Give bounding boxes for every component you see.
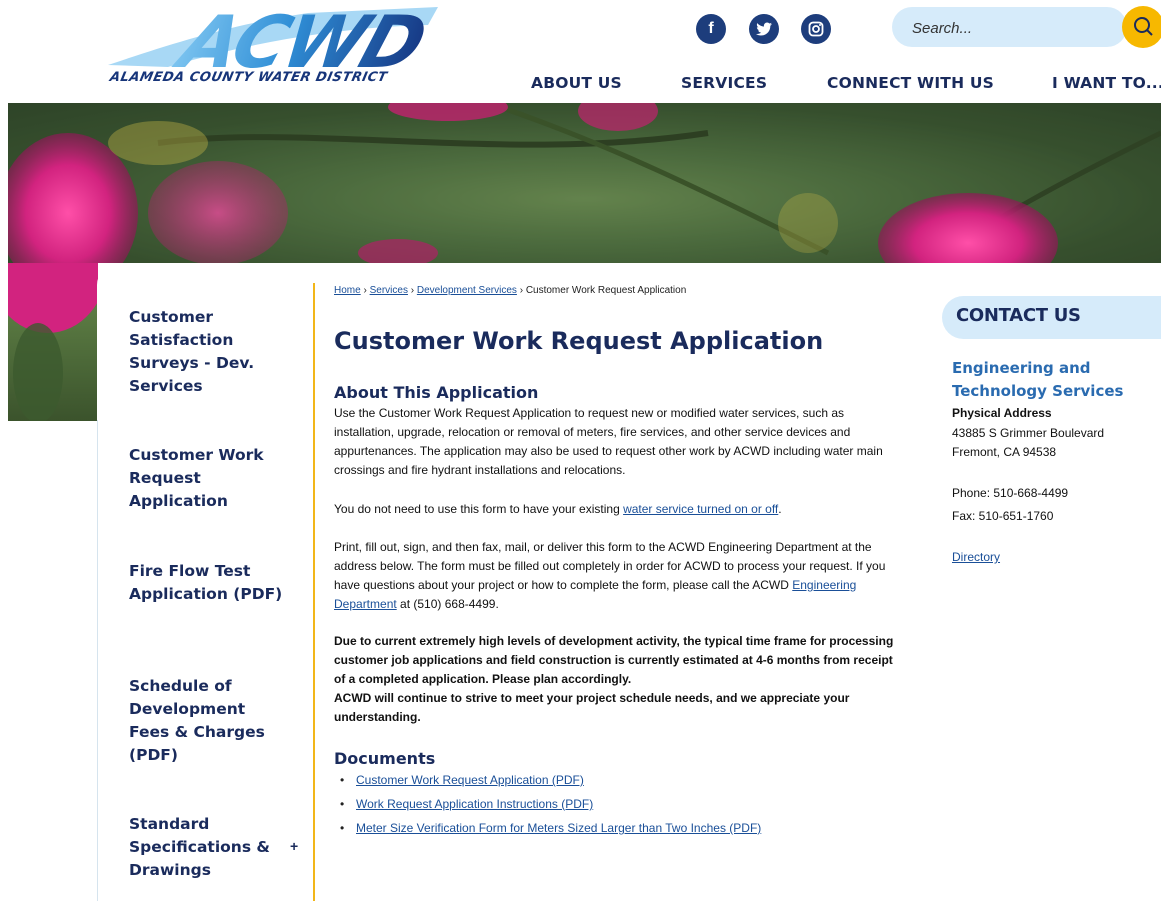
list-item: • Customer Work Request Application (PDF) [340,773,584,787]
notice-text-1: Due to current extremely high levels of … [334,634,894,686]
instagram-icon[interactable] [801,14,831,44]
directory-link[interactable]: Directory [952,550,1000,564]
sidebar-divider [313,283,315,901]
about-heading: About This Application [334,383,539,402]
notice-paragraph: Due to current extremely high levels of … [334,632,899,727]
sidebar-item-customer-work-request[interactable]: Customer Work Request Application [129,444,289,513]
about-paragraph: Use the Customer Work Request Applicatio… [334,406,883,477]
list-item: • Meter Size Verification Form for Meters… [340,821,762,835]
document-link-work-request-pdf[interactable]: Customer Work Request Application (PDF) [356,773,584,787]
instructions-paragraph: Print, fill out, sign, and then fax, mai… [334,538,899,614]
documents-heading: Documents [334,749,436,768]
contact-us-header: CONTACT US [942,296,1161,339]
document-link-meter-size-pdf[interactable]: Meter Size Verification Form for Meters … [356,821,761,835]
search-icon [1134,17,1153,36]
twitter-icon[interactable] [749,14,779,44]
search-input[interactable] [910,7,1114,49]
breadcrumb-separator: › [410,285,415,296]
sidebar-item-schedule-of-fees[interactable]: Schedule of Development Fees & Charges (… [129,675,289,767]
breadcrumb-services[interactable]: Services [370,285,408,296]
card-left-border [97,420,98,901]
sidebar-item-customer-satisfaction-surveys[interactable]: Customer Satisfaction Surveys - Dev. Ser… [129,306,289,398]
physical-address-label: Physical Address [952,406,1052,420]
contact-us-title: CONTACT US [956,305,1081,326]
breadcrumb-development-services[interactable]: Development Services [417,285,517,296]
logo-subtitle: ALAMEDA COUNTY WATER DISTRICT [108,70,389,85]
service-text-end: . [778,502,782,516]
flower-photo [8,103,1161,263]
site-header: ACWD ALAMEDA COUNTY WATER DISTRICT f ABO… [0,0,1161,103]
list-item: • Work Request Application Instructions (… [340,797,594,811]
camera-glyph [808,21,824,37]
notice-text-2: ACWD will continue to strive to meet you… [334,691,850,724]
flower-photo-strip [0,193,108,423]
breadcrumb: Home › Services › Development Services ›… [334,285,686,296]
service-text: You do not need to use this form to have… [334,502,624,516]
breadcrumb-separator: › [363,285,367,296]
service-paragraph: You do not need to use this form to have… [334,500,899,519]
city-address: Fremont, CA 94538 [952,445,1057,459]
water-service-link[interactable]: water service turned on or off [623,502,778,516]
document-link-instructions-pdf[interactable]: Work Request Application Instructions (P… [356,797,593,811]
search-box [892,7,1127,49]
nav-about-us[interactable]: ABOUT US [531,74,622,92]
department-name: Engineering and Technology Services [952,359,1124,400]
sidebar-item-standard-specifications[interactable]: Standard Specifications & Drawings [129,813,289,882]
hero-banner [8,103,1161,263]
bird-glyph [756,22,772,36]
documents-list: • Customer Work Request Application (PDF)… [340,771,761,843]
nav-services[interactable]: SERVICES [681,74,767,92]
street-address: 43885 S Grimmer Boulevard [952,426,1105,440]
instructions-text-end: at (510) 668-4499. [396,597,499,611]
expand-plus-icon[interactable]: + [290,838,298,854]
nav-i-want-to[interactable]: I WANT TO... [1052,74,1161,92]
phone-number: Phone: 510-668-4499 [952,486,1069,500]
breadcrumb-home[interactable]: Home [334,285,361,296]
directory-link-wrap: Directory [952,548,1000,567]
facebook-icon[interactable]: f [696,14,726,44]
breadcrumb-separator: › [519,285,524,296]
nav-connect-with-us[interactable]: CONNECT WITH US [827,74,994,92]
breadcrumb-current: Customer Work Request Application [525,285,687,296]
sidebar-item-fire-flow-test[interactable]: Fire Flow Test Application (PDF) [129,560,289,606]
page-title: Customer Work Request Application [334,327,824,355]
banner-left-strip [0,193,108,423]
fax-number: Fax: 510-651-1760 [952,509,1054,523]
search-button[interactable] [1122,6,1161,48]
